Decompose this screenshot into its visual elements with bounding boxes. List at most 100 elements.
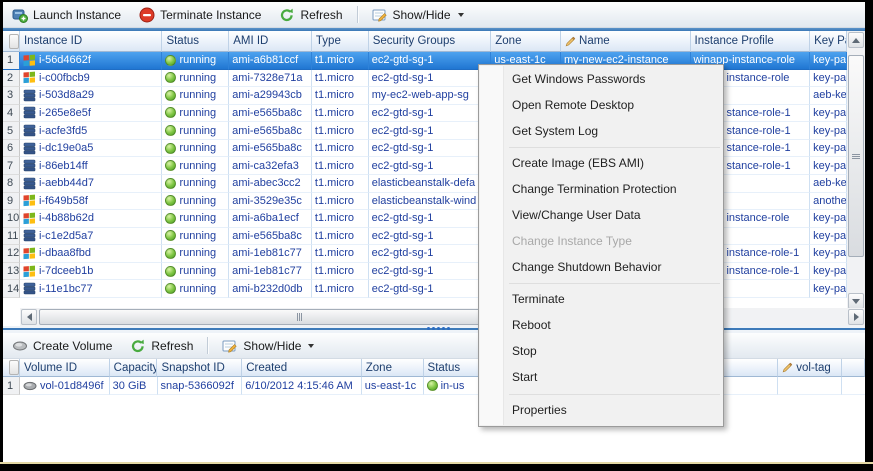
row-number-cell: 10: [3, 210, 20, 228]
linux-os-icon: [23, 282, 36, 295]
linux-os-icon: [23, 142, 36, 155]
column-header-name[interactable]: Name: [561, 31, 691, 52]
security-groups-cell: ec2-gtd-sg-1: [369, 280, 492, 298]
instance-context-menu: Get Windows PasswordsOpen Remote Desktop…: [478, 64, 724, 427]
instance-id-cell: i-265e8e5f: [20, 105, 162, 123]
security-groups-cell: ec2-gtd-sg-1: [369, 52, 492, 70]
ami-id-cell: ami-ca32efa3: [229, 157, 312, 175]
column-header-security-groups[interactable]: Security Groups: [369, 31, 492, 52]
linux-os-icon: [23, 177, 36, 190]
column-header-label: Instance ID: [24, 35, 82, 47]
cell-text: 6: [7, 142, 13, 154]
cell-text: in-us: [441, 380, 465, 392]
type-cell: t1.micro: [312, 70, 369, 88]
cell-text: ami-a6b81ccf: [232, 54, 298, 66]
cell-text: key-pai: [813, 247, 847, 259]
menu-item-open-remote-desktop[interactable]: Open Remote Desktop: [479, 93, 723, 119]
splitter-handle[interactable]: [3, 326, 865, 333]
column-header-blank[interactable]: [3, 359, 20, 377]
column-header-created[interactable]: Created: [242, 359, 362, 377]
column-header-capacity[interactable]: Capacity: [110, 359, 158, 377]
showhide-columns-icon: [222, 338, 238, 354]
menu-item-create-image-ebs-ami-[interactable]: Create Image (EBS AMI): [479, 151, 723, 177]
volume-row-vol-01d8496f[interactable]: 1vol-01d8496f30 GiBsnap-5366092f6/10/201…: [3, 377, 865, 395]
horizontal-scrollbar-end[interactable]: [847, 308, 865, 326]
ami-id-cell: ami-a6ba1ecf: [229, 210, 312, 228]
column-header-zone[interactable]: Zone: [491, 31, 561, 52]
column-header-label: Instance Profile: [695, 35, 774, 47]
menu-item-start[interactable]: Start: [479, 365, 723, 391]
windows-os-icon: [23, 212, 36, 225]
status-dot-icon: [165, 72, 176, 83]
cell-text: running: [179, 142, 216, 154]
menu-item-reboot[interactable]: Reboot: [479, 313, 723, 339]
create-volume-label: Create Volume: [33, 339, 112, 353]
menu-separator: [509, 147, 720, 148]
column-header-blank[interactable]: [3, 31, 20, 52]
cell-text: aeb-key: [813, 89, 847, 101]
vertical-scroll-thumb[interactable]: [848, 55, 864, 257]
cell-text: ami-e565ba8c: [232, 230, 302, 242]
column-header-key-pai[interactable]: Key Pai: [810, 31, 847, 52]
menu-item-get-system-log[interactable]: Get System Log: [479, 119, 723, 145]
instance-id-cell: i-dbaa8fbd: [20, 245, 162, 263]
scroll-up-button[interactable]: [848, 32, 864, 48]
column-header-label: Type: [316, 35, 341, 47]
instance-id-cell: i-86eb14ff: [20, 157, 162, 175]
column-header-status[interactable]: Status: [162, 31, 229, 52]
column-header-instance-id[interactable]: Instance ID: [20, 31, 162, 52]
windows-os-icon: [23, 265, 36, 278]
menu-item-change-shutdown-behavior[interactable]: Change Shutdown Behavior: [479, 255, 723, 281]
column-header-zone[interactable]: Zone: [362, 359, 424, 377]
menu-item-change-instance-type: Change Instance Type: [479, 229, 723, 255]
column-header-instance-profile[interactable]: Instance Profile: [691, 31, 811, 52]
column-header-volume-id[interactable]: Volume ID: [20, 359, 110, 377]
status-dot-icon: [165, 125, 176, 136]
menu-item-get-windows-passwords[interactable]: Get Windows Passwords: [479, 67, 723, 93]
cell-text: i-86eb14ff: [39, 160, 88, 172]
menu-item-stop[interactable]: Stop: [479, 339, 723, 365]
showhide-button[interactable]: Show/Hide: [363, 3, 473, 27]
status-dot-icon: [165, 213, 176, 224]
cell-text: 4: [7, 107, 13, 119]
splitter-grip-icon: [427, 327, 450, 330]
showhide-columns-icon: [372, 7, 388, 23]
column-header-label: AMI ID: [233, 35, 268, 47]
column-header-ami-id[interactable]: AMI ID: [229, 31, 312, 52]
column-header-snapshot-id[interactable]: Snapshot ID: [157, 359, 242, 377]
column-header-label: Key Pai: [814, 35, 847, 47]
terminate-instance-button[interactable]: Terminate Instance: [130, 3, 270, 27]
type-cell: t1.micro: [312, 263, 369, 281]
scroll-right-button[interactable]: [848, 309, 864, 325]
pencil-icon: [565, 36, 576, 47]
create-volume-button[interactable]: Create Volume: [3, 334, 121, 358]
column-header-type[interactable]: Type: [312, 31, 369, 52]
launch-instance-button[interactable]: Launch Instance: [3, 3, 130, 27]
scroll-left-button[interactable]: [21, 309, 37, 325]
menu-item-view-change-user-data[interactable]: View/Change User Data: [479, 203, 723, 229]
type-cell: t1.micro: [312, 52, 369, 70]
refresh-volumes-button[interactable]: Refresh: [121, 334, 202, 358]
refresh-button[interactable]: Refresh: [270, 3, 351, 27]
column-header-label: Volume ID: [24, 362, 77, 374]
column-header-blank[interactable]: [842, 359, 865, 377]
menu-item-terminate[interactable]: Terminate: [479, 287, 723, 313]
type-cell: t1.micro: [312, 210, 369, 228]
refresh-label: Refresh: [300, 8, 342, 22]
scroll-down-button[interactable]: [848, 293, 864, 309]
cell-text: ami-a6ba1ecf: [232, 212, 299, 224]
showhide-volumes-button[interactable]: Show/Hide: [213, 334, 323, 358]
status-cell: running: [162, 105, 229, 123]
cell-text: t1.micro: [315, 72, 354, 84]
vertical-scrollbar[interactable]: [847, 31, 865, 310]
up-arrow-icon: [852, 38, 860, 43]
cell-text: running: [179, 107, 216, 119]
showhide-label: Show/Hide: [243, 339, 301, 353]
cell-text: ec2-gtd-sg-1: [372, 72, 434, 84]
menu-item-properties[interactable]: Properties: [479, 398, 723, 424]
cell-text: running: [179, 89, 216, 101]
menu-item-change-termination-protection[interactable]: Change Termination Protection: [479, 177, 723, 203]
cell-text: instance-role: [726, 72, 789, 84]
column-header-blank[interactable]: [723, 359, 778, 377]
column-header-vol-tag[interactable]: vol-tag: [778, 359, 842, 377]
